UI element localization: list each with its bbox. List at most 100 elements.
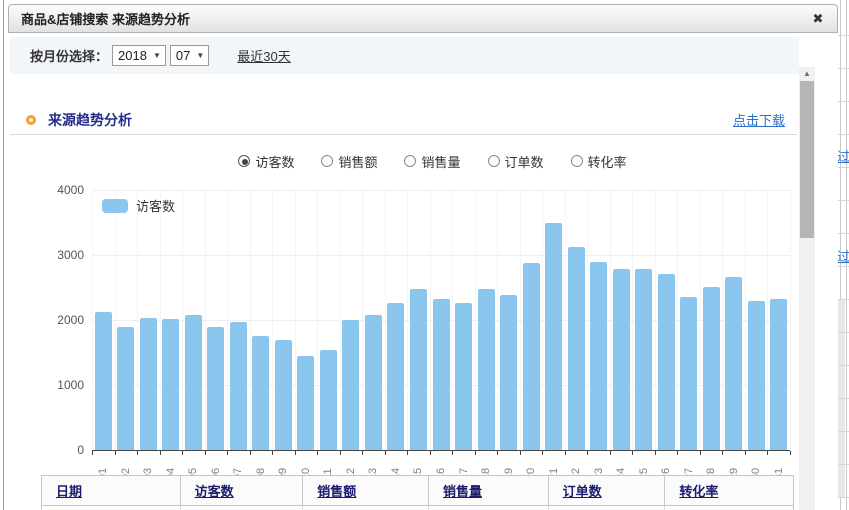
bar[interactable] — [297, 356, 314, 450]
section-header: 来源趋势分析 点击下载 — [10, 105, 797, 135]
chart-gridline — [92, 190, 790, 191]
recent-30-days-link[interactable]: 最近30天 — [237, 46, 290, 65]
scroll-up-icon[interactable]: ▲ — [799, 67, 815, 81]
table-cell — [303, 506, 429, 510]
metric-radio-3[interactable]: 销售量 — [404, 152, 460, 171]
dialog-titlebar[interactable]: 商品&店铺搜索 来源趋势分析 ✖ — [8, 4, 838, 33]
radio-icon[interactable] — [404, 155, 416, 167]
column-header-6[interactable]: 转化率 — [665, 476, 793, 505]
bar[interactable] — [410, 289, 427, 450]
chevron-down-icon: ▼ — [153, 51, 161, 60]
table-cell — [42, 506, 181, 510]
background-partial-link: 过 — [837, 146, 849, 165]
bar[interactable] — [140, 318, 157, 450]
metric-radio-group: 访客数 销售额 销售量 订单数 转化率 — [68, 150, 797, 172]
dialog-title: 商品&店铺搜索 来源趋势分析 — [21, 9, 190, 28]
bar[interactable] — [185, 315, 202, 450]
bullet-ring-icon — [26, 115, 36, 125]
month-select-toolbar: 按月份选择： 2018 ▼ 07 ▼ 最近30天 — [10, 37, 799, 74]
table-cell — [549, 506, 666, 510]
bar[interactable] — [748, 301, 765, 450]
bar[interactable] — [500, 295, 517, 450]
metric-radio-5[interactable]: 转化率 — [571, 152, 627, 171]
metric-radio-2[interactable]: 销售额 — [321, 152, 377, 171]
bar[interactable] — [433, 299, 450, 450]
x-axis-tick — [610, 451, 611, 455]
chart-gridline — [790, 190, 791, 450]
bar[interactable] — [455, 303, 472, 450]
x-axis-tick — [655, 451, 656, 455]
bar[interactable] — [725, 277, 742, 450]
bar[interactable] — [658, 274, 675, 450]
metric-radio-1[interactable]: 访客数 — [238, 152, 294, 171]
bar[interactable] — [162, 319, 179, 450]
bar[interactable] — [207, 327, 224, 450]
legend-label: 访客数 — [136, 196, 175, 215]
x-axis-tick — [565, 451, 566, 455]
chart-legend: 访客数 — [102, 196, 175, 215]
year-select-value: 2018 — [118, 48, 147, 63]
bar[interactable] — [320, 350, 337, 450]
metric-radio-label: 访客数 — [255, 152, 294, 171]
metric-radio-4[interactable]: 订单数 — [488, 152, 544, 171]
x-axis-tick — [340, 451, 341, 455]
bar[interactable] — [703, 287, 720, 450]
x-axis-tick — [92, 451, 93, 455]
close-icon[interactable]: ✖ — [809, 10, 827, 28]
x-axis-tick — [205, 451, 206, 455]
bar[interactable] — [342, 320, 359, 450]
radio-icon[interactable] — [488, 155, 500, 167]
year-select[interactable]: 2018 ▼ — [112, 45, 166, 66]
chevron-down-icon: ▼ — [196, 51, 204, 60]
month-select-value: 07 — [176, 48, 190, 63]
x-axis-tick — [115, 451, 116, 455]
chart-gridline — [92, 255, 790, 256]
bar[interactable] — [635, 269, 652, 450]
column-header-5[interactable]: 订单数 — [549, 476, 666, 505]
x-axis-tick — [587, 451, 588, 455]
trend-analysis-dialog: 商品&店铺搜索 来源趋势分析 ✖ 按月份选择： 2018 ▼ 07 ▼ 最近30… — [8, 4, 838, 510]
y-axis-tick-label: 3000 — [8, 248, 84, 262]
column-header-4[interactable]: 销售量 — [429, 476, 549, 505]
bar[interactable] — [478, 289, 495, 450]
radio-icon[interactable] — [321, 155, 333, 167]
column-header-2[interactable]: 访客数 — [181, 476, 304, 505]
bar[interactable] — [568, 247, 585, 450]
bar[interactable] — [613, 269, 630, 450]
table-row — [42, 505, 793, 510]
bar[interactable] — [95, 312, 112, 450]
radio-icon[interactable] — [571, 155, 583, 167]
bar[interactable] — [680, 297, 697, 450]
bar[interactable] — [545, 223, 562, 451]
download-link[interactable]: 点击下载 — [733, 110, 785, 129]
month-select[interactable]: 07 ▼ — [170, 45, 209, 66]
bar[interactable] — [230, 322, 247, 450]
column-header-label: 订单数 — [563, 481, 602, 500]
bar[interactable] — [590, 262, 607, 450]
x-axis-tick — [430, 451, 431, 455]
column-header-label: 销售额 — [317, 481, 356, 500]
table-cell — [665, 506, 793, 510]
vertical-scrollbar[interactable]: ▲ ▼ — [799, 67, 815, 510]
column-header-label: 日期 — [56, 481, 82, 500]
x-axis-tick — [700, 451, 701, 455]
x-axis-tick — [295, 451, 296, 455]
bar[interactable] — [770, 299, 787, 450]
bar[interactable] — [252, 336, 269, 450]
table-cell — [429, 506, 549, 510]
x-axis-tick — [497, 451, 498, 455]
y-axis-tick-label: 0 — [8, 443, 84, 457]
bar[interactable] — [275, 340, 292, 451]
bar[interactable] — [523, 263, 540, 450]
scrollbar-thumb[interactable] — [800, 81, 814, 238]
column-header-label: 转化率 — [679, 481, 718, 500]
bar[interactable] — [365, 315, 382, 450]
bar[interactable] — [387, 303, 404, 450]
detail-table: 日期 访客数销售额 销售量订单数 转化率 — [41, 475, 794, 510]
radio-selected-icon[interactable] — [238, 155, 250, 167]
y-axis-tick-label: 4000 — [8, 183, 84, 197]
bar[interactable] — [117, 327, 134, 450]
column-header-1[interactable]: 日期 — [42, 476, 181, 505]
x-axis-tick — [767, 451, 768, 455]
column-header-3[interactable]: 销售额 — [303, 476, 429, 505]
